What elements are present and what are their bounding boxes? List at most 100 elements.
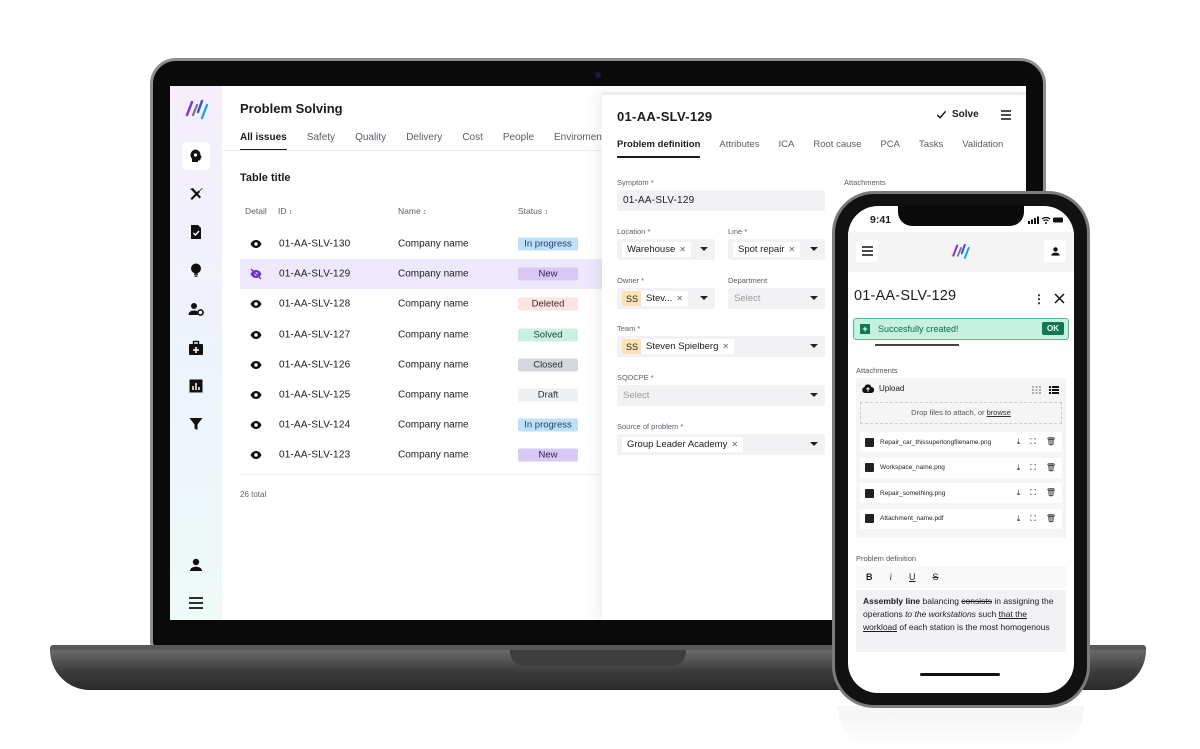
problem-definition-editor[interactable]: Assembly line balancing consists in assi… bbox=[856, 590, 1066, 652]
fullscreen-icon[interactable]: ⛶ bbox=[1030, 463, 1036, 473]
download-icon[interactable]: ⤓ bbox=[1017, 437, 1021, 447]
more-menu-icon[interactable] bbox=[1000, 109, 1012, 121]
italic-button[interactable]: i bbox=[890, 572, 893, 582]
toast-ok-button[interactable]: OK bbox=[1042, 322, 1064, 335]
sidebar-item-filter[interactable] bbox=[182, 410, 210, 438]
eye-icon[interactable] bbox=[250, 389, 262, 401]
team-select[interactable]: SS Steven Spielberg ✕ bbox=[617, 336, 825, 357]
table-row[interactable]: 01-AA-SLV-128 Company name Deleted bbox=[240, 289, 610, 319]
eye-icon[interactable] bbox=[250, 329, 262, 341]
department-label: Department bbox=[728, 276, 768, 285]
bold-button[interactable]: B bbox=[866, 572, 873, 582]
tab-delivery[interactable]: Delivery bbox=[406, 132, 442, 151]
tab-pca[interactable]: PCA bbox=[880, 139, 900, 158]
tab-attributes[interactable]: Attributes bbox=[719, 139, 759, 158]
tab-safety[interactable]: Safety bbox=[307, 132, 335, 151]
file-item[interactable]: Attachment_name.pdf ⤓ ⛶ 🗑 bbox=[860, 508, 1062, 529]
row-id: 01-AA-SLV-126 bbox=[279, 359, 351, 371]
tab-root-cause[interactable]: Root cause bbox=[813, 139, 861, 158]
detail-title: 01-AA-SLV-129 bbox=[617, 109, 713, 124]
delete-icon[interactable]: 🗑 bbox=[1046, 437, 1056, 447]
underline-button[interactable]: U bbox=[909, 572, 916, 582]
file-item[interactable]: Repair_car_thissuperlongfilename.png ⤓ ⛶ 🗑 bbox=[860, 432, 1062, 452]
file-item[interactable]: Workspace_name.png ⤓ ⛶ 🗑 bbox=[860, 457, 1062, 478]
table-footer-divider bbox=[240, 474, 602, 475]
department-select[interactable]: Select bbox=[728, 288, 825, 309]
sqdcpe-select[interactable]: Select bbox=[617, 385, 825, 406]
table-row[interactable]: 01-AA-SLV-130 Company name In progress bbox=[240, 229, 610, 259]
fullscreen-icon[interactable]: ⛶ bbox=[1030, 514, 1036, 524]
column-header-id[interactable]: ID ↕ bbox=[278, 206, 292, 216]
sidebar-item-profile[interactable] bbox=[182, 551, 210, 579]
location-select[interactable]: Warehouse ✕ bbox=[617, 239, 715, 260]
sidebar-item-problem-solving[interactable] bbox=[182, 142, 210, 170]
table-row[interactable]: 01-AA-SLV-125 Company name Draft bbox=[240, 380, 610, 410]
remove-chip-icon[interactable]: ✕ bbox=[788, 245, 795, 254]
owner-select[interactable]: SS Stev... ✕ bbox=[617, 288, 715, 309]
close-icon[interactable] bbox=[1054, 293, 1065, 304]
eye-icon[interactable] bbox=[250, 298, 262, 310]
eye-icon[interactable] bbox=[250, 359, 262, 371]
fullscreen-icon[interactable]: ⛶ bbox=[1030, 437, 1036, 447]
remove-chip-icon[interactable]: ✕ bbox=[676, 294, 683, 303]
table-row[interactable]: 01-AA-SLV-124 Company name In progress bbox=[240, 410, 610, 440]
menu-icon bbox=[861, 246, 873, 256]
mobile-profile-button[interactable] bbox=[1044, 240, 1066, 262]
column-header-status[interactable]: Status ↕ bbox=[518, 206, 548, 216]
download-icon[interactable]: ⤓ bbox=[1017, 514, 1021, 524]
column-header-name[interactable]: Name ↕ bbox=[398, 206, 427, 216]
eye-icon[interactable] bbox=[250, 449, 262, 461]
sidebar-item-tasks[interactable] bbox=[182, 218, 210, 246]
upload-button[interactable]: Upload bbox=[862, 384, 904, 393]
list-view-icon[interactable] bbox=[1049, 386, 1059, 394]
eye-icon[interactable] bbox=[250, 238, 262, 250]
table-row[interactable]: 01-AA-SLV-127 Company name Solved bbox=[240, 320, 610, 350]
eye-icon[interactable] bbox=[250, 419, 262, 431]
source-of-problem-select[interactable]: Group Leader Academy ✕ bbox=[617, 434, 825, 455]
sidebar bbox=[170, 86, 222, 620]
sidebar-item-tools[interactable] bbox=[182, 180, 210, 208]
fullscreen-icon[interactable]: ⛶ bbox=[1030, 488, 1036, 498]
tabs-divider bbox=[222, 150, 602, 151]
table-row[interactable]: 01-AA-SLV-129 Company name New bbox=[240, 259, 610, 290]
browse-link[interactable]: browse bbox=[987, 408, 1011, 417]
symptom-input[interactable]: 01-AA-SLV-129 bbox=[617, 190, 825, 211]
table-row[interactable]: 01-AA-SLV-123 Company name New bbox=[240, 440, 610, 470]
download-icon[interactable]: ⤓ bbox=[1017, 463, 1021, 473]
line-select[interactable]: Spot repair ✕ bbox=[728, 239, 825, 260]
delete-icon[interactable]: 🗑 bbox=[1046, 488, 1056, 498]
sidebar-item-menu[interactable] bbox=[182, 589, 210, 617]
grid-view-icon[interactable] bbox=[1032, 386, 1041, 394]
tab-tasks[interactable]: Tasks bbox=[919, 139, 943, 158]
download-icon[interactable]: ⤓ bbox=[1017, 488, 1021, 498]
tab-validation[interactable]: Validation bbox=[962, 139, 1003, 158]
sort-icon: ↕ bbox=[544, 209, 548, 216]
eye-off-icon[interactable] bbox=[250, 268, 262, 280]
tab-problem-definition[interactable]: Problem definition bbox=[617, 139, 701, 158]
more-vert-icon[interactable]: ⋮ bbox=[1033, 292, 1045, 306]
mobile-menu-button[interactable] bbox=[856, 240, 878, 262]
delete-icon[interactable]: 🗑 bbox=[1046, 463, 1056, 473]
tab-people[interactable]: People bbox=[503, 132, 534, 151]
sidebar-item-safety-kit[interactable] bbox=[182, 334, 210, 362]
strikethrough-button[interactable]: S bbox=[933, 572, 939, 582]
table-row[interactable]: 01-AA-SLV-126 Company name Closed bbox=[240, 350, 610, 380]
row-id: 01-AA-SLV-127 bbox=[279, 329, 351, 341]
tab-all-issues[interactable]: All issues bbox=[240, 132, 287, 151]
sidebar-item-ideas[interactable] bbox=[182, 256, 210, 284]
remove-chip-icon[interactable]: ✕ bbox=[722, 342, 729, 351]
delete-icon[interactable]: 🗑 bbox=[1046, 514, 1056, 524]
tab-cost[interactable]: Cost bbox=[462, 132, 483, 151]
sidebar-item-analytics[interactable] bbox=[182, 372, 210, 400]
tab-ica[interactable]: ICA bbox=[779, 139, 795, 158]
tab-enviroment[interactable]: Enviroment bbox=[554, 132, 605, 151]
tab-quality[interactable]: Quality bbox=[355, 132, 386, 151]
sidebar-item-user-settings[interactable] bbox=[182, 295, 210, 323]
solve-button[interactable]: Solve bbox=[936, 109, 979, 120]
mobile-app-bar bbox=[848, 232, 1074, 272]
remove-chip-icon[interactable]: ✕ bbox=[679, 245, 686, 254]
remove-chip-icon[interactable]: ✕ bbox=[731, 440, 738, 449]
file-item[interactable]: Repair_something.png ⤓ ⛶ 🗑 bbox=[860, 483, 1062, 503]
user-settings-icon bbox=[188, 303, 204, 316]
file-drop-zone[interactable]: Drop files to attach, or browse bbox=[860, 402, 1062, 424]
